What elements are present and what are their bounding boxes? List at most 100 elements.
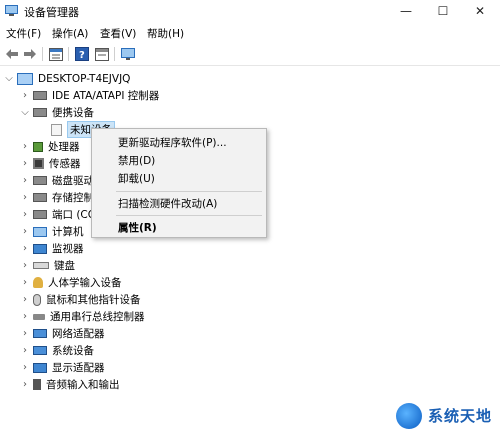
tree-node-sensor[interactable]: › 传感器 bbox=[20, 155, 81, 172]
chevron-right-icon[interactable]: › bbox=[20, 342, 30, 359]
tree-root[interactable]: ⌵ DESKTOP-T4EJVJQ bbox=[4, 70, 130, 87]
menu-item-properties[interactable]: 属性(R) bbox=[118, 220, 157, 235]
chevron-right-icon[interactable]: › bbox=[20, 240, 30, 257]
device-manager-window: 设备管理器 — ☐ ✕ 文件(F) 操作(A) 查看(V) 帮助(H) ? ⌵ … bbox=[0, 0, 500, 433]
display-adapter-icon bbox=[33, 362, 47, 373]
maximize-icon: ☐ bbox=[437, 4, 449, 18]
tree-node-label: 传感器 bbox=[49, 158, 81, 170]
chevron-right-icon[interactable]: › bbox=[20, 274, 30, 291]
watermark: 系统天地 bbox=[396, 398, 500, 433]
tree-node-label: 显示适配器 bbox=[52, 362, 105, 374]
tree-node-label: 监视器 bbox=[52, 243, 84, 255]
chevron-right-icon[interactable]: › bbox=[20, 291, 30, 308]
chevron-right-icon[interactable]: › bbox=[20, 359, 30, 376]
toolbar-separator bbox=[68, 47, 69, 61]
tree-node-label: 处理器 bbox=[48, 141, 80, 153]
tree-root-label: DESKTOP-T4EJVJQ bbox=[38, 72, 131, 85]
device-tree: ⌵ DESKTOP-T4EJVJQ › IDE ATA/ATAPI 控制器 ⌵ … bbox=[0, 66, 500, 433]
view-button[interactable] bbox=[94, 46, 110, 62]
menu-item-scan-hardware[interactable]: 扫描检测硬件改动(A) bbox=[118, 196, 217, 211]
tree-node-label: 键盘 bbox=[54, 260, 75, 272]
chevron-right-icon[interactable]: › bbox=[20, 172, 30, 189]
tree-node-label: 音频输入和输出 bbox=[46, 379, 120, 391]
keyboard-icon bbox=[33, 262, 49, 269]
chevron-right-icon[interactable]: › bbox=[20, 376, 30, 393]
back-button[interactable] bbox=[4, 46, 20, 62]
menu-help[interactable]: 帮助(H) bbox=[147, 26, 184, 41]
tree-node-usb[interactable]: › 通用串行总线控制器 bbox=[20, 308, 145, 325]
title-bar: 设备管理器 — ☐ ✕ bbox=[0, 0, 500, 22]
tree-node-mouse[interactable]: › 鼠标和其他指针设备 bbox=[20, 291, 141, 308]
menu-item-uninstall[interactable]: 卸载(U) bbox=[118, 171, 155, 186]
chevron-right-icon[interactable]: › bbox=[20, 87, 30, 104]
menu-bar: 文件(F) 操作(A) 查看(V) 帮助(H) bbox=[0, 24, 500, 42]
close-button[interactable]: ✕ bbox=[462, 0, 498, 22]
tree-node-network[interactable]: › 网络适配器 bbox=[20, 325, 105, 342]
chevron-right-icon[interactable]: › bbox=[20, 308, 30, 325]
tree-node-processor[interactable]: › 处理器 bbox=[20, 138, 80, 155]
chevron-right-icon[interactable]: › bbox=[20, 206, 30, 223]
sensor-icon bbox=[33, 158, 44, 169]
device-manager-app-icon bbox=[5, 5, 18, 16]
usb-icon bbox=[33, 313, 45, 320]
menu-item-disable[interactable]: 禁用(D) bbox=[118, 153, 155, 168]
minimize-button[interactable]: — bbox=[388, 0, 424, 22]
chevron-right-icon[interactable]: › bbox=[20, 223, 30, 240]
chevron-down-icon[interactable]: ⌵ bbox=[4, 70, 14, 87]
svg-text:?: ? bbox=[79, 50, 85, 61]
chevron-down-icon[interactable]: ⌵ bbox=[20, 104, 30, 121]
monitor-icon bbox=[121, 47, 135, 60]
watermark-text: 系统天地 bbox=[428, 407, 493, 425]
tree-node-label: 网络适配器 bbox=[52, 328, 105, 340]
tree-node-monitor[interactable]: › 监视器 bbox=[20, 240, 84, 257]
toolbar-separator bbox=[114, 47, 115, 61]
tree-node-label: 通用串行总线控制器 bbox=[50, 311, 145, 323]
mouse-icon bbox=[33, 293, 41, 306]
chevron-right-icon[interactable]: › bbox=[20, 257, 30, 274]
scan-hardware-button[interactable] bbox=[120, 46, 136, 62]
context-menu: 更新驱动程序软件(P)... 禁用(D) 卸载(U) 扫描检测硬件改动(A) 属… bbox=[91, 128, 267, 238]
network-adapter-icon bbox=[33, 329, 47, 338]
ide-controller-icon bbox=[33, 91, 47, 100]
disk-drive-icon bbox=[33, 176, 47, 185]
help-icon: ? bbox=[75, 47, 89, 61]
tree-node-computer[interactable]: › 计算机 bbox=[20, 223, 84, 240]
watermark-logo-icon bbox=[396, 402, 422, 429]
portable-devices-icon bbox=[33, 108, 47, 117]
storage-controller-icon bbox=[33, 193, 47, 202]
chevron-right-icon[interactable]: › bbox=[20, 138, 30, 155]
menu-file[interactable]: 文件(F) bbox=[6, 26, 41, 41]
close-icon: ✕ bbox=[474, 4, 486, 18]
menu-action[interactable]: 操作(A) bbox=[52, 26, 88, 41]
chevron-right-icon[interactable]: › bbox=[20, 155, 30, 172]
help-button[interactable]: ? bbox=[74, 46, 90, 62]
maximize-button[interactable]: ☐ bbox=[425, 0, 461, 22]
tree-node-hid[interactable]: › 人体学输入设备 bbox=[20, 274, 122, 291]
tree-node-audio[interactable]: › 音频输入和输出 bbox=[20, 376, 120, 393]
refresh-icon bbox=[95, 47, 109, 61]
menu-view[interactable]: 查看(V) bbox=[100, 26, 136, 41]
tree-node-system[interactable]: › 系统设备 bbox=[20, 342, 94, 359]
back-icon bbox=[6, 49, 18, 59]
tree-node-display[interactable]: › 显示适配器 bbox=[20, 359, 105, 376]
tree-node-label: IDE ATA/ATAPI 控制器 bbox=[52, 90, 160, 102]
computer-icon bbox=[33, 226, 47, 237]
tree-node-label: 系统设备 bbox=[52, 345, 94, 357]
toolbar-separator bbox=[42, 47, 43, 61]
tree-node-label: 人体学输入设备 bbox=[48, 277, 122, 289]
forward-icon bbox=[24, 49, 36, 59]
chevron-right-icon[interactable]: › bbox=[20, 325, 30, 342]
forward-button[interactable] bbox=[22, 46, 38, 62]
menu-item-update-driver[interactable]: 更新驱动程序软件(P)... bbox=[118, 135, 227, 150]
toolbar: ? bbox=[0, 42, 500, 66]
system-devices-icon bbox=[33, 346, 47, 355]
port-icon bbox=[33, 210, 47, 219]
tree-node-ide[interactable]: › IDE ATA/ATAPI 控制器 bbox=[20, 87, 159, 104]
tree-node-label: 计算机 bbox=[52, 226, 84, 238]
chevron-right-icon[interactable]: › bbox=[20, 189, 30, 206]
tree-node-keyboard[interactable]: › 键盘 bbox=[20, 257, 75, 274]
show-hide-tree-button[interactable] bbox=[48, 46, 64, 62]
hid-icon bbox=[33, 277, 43, 288]
unknown-device-icon bbox=[51, 123, 62, 136]
tree-node-portable[interactable]: ⌵ 便携设备 bbox=[20, 104, 94, 121]
